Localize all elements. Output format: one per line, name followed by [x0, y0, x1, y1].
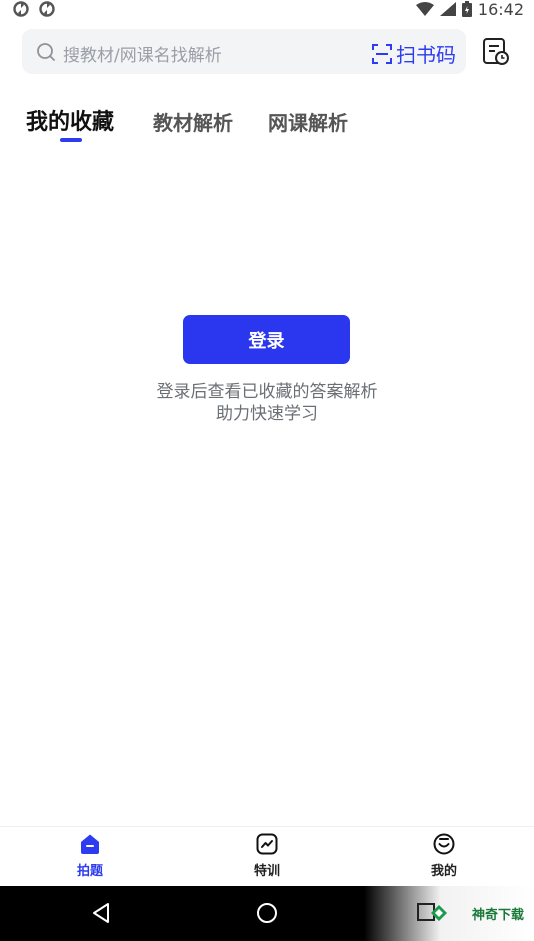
login-hint-line2: 助力快速学习 — [216, 404, 318, 424]
tab-my-favorites[interactable]: 我的收藏 — [26, 104, 114, 136]
search-placeholder: 搜教材/网课名找解析 — [63, 46, 222, 66]
status-bar: 16:42 — [0, 0, 534, 20]
scan-book-code-button[interactable]: 扫书码 — [372, 39, 456, 68]
watermark-text: 神奇下载 — [471, 908, 524, 923]
watermark: 神奇下载 — [364, 886, 534, 941]
training-icon — [256, 833, 278, 855]
status-system-icons: 16:42 — [415, 0, 524, 19]
category-tabs: 我的收藏 教材解析 网课解析 — [26, 104, 506, 148]
bottom-tab-me[interactable]: 我的 — [404, 833, 484, 879]
scan-icon — [372, 43, 392, 64]
status-time: 16:42 — [477, 0, 524, 19]
tab-indicator — [60, 138, 82, 142]
sync-icon — [39, 1, 55, 17]
home-icon — [81, 834, 99, 854]
profile-icon — [433, 833, 455, 855]
bottom-tab-training[interactable]: 特训 — [227, 833, 307, 879]
system-navigation-bar: 神奇下载 — [0, 886, 534, 941]
bottom-tab-bar: 拍题 特训 我的 — [0, 826, 534, 886]
login-hint-line1: 登录后查看已收藏的答案解析 — [156, 382, 378, 402]
status-notification-icons — [12, 0, 56, 18]
scan-label: 扫书码 — [396, 43, 456, 67]
search-row: 搜教材/网课名找解析 扫书码 — [22, 29, 518, 74]
bottom-tab-label: 拍题 — [76, 864, 103, 879]
wifi-icon — [415, 2, 434, 16]
watermark-logo-icon — [431, 905, 447, 921]
history-icon[interactable] — [482, 37, 510, 67]
cell-signal-icon — [439, 2, 456, 16]
login-hint: 登录后查看已收藏的答案解析 助力快速学习 — [0, 381, 534, 425]
search-icon — [37, 43, 55, 61]
tab-online-course-solutions[interactable]: 网课解析 — [268, 107, 348, 136]
battery-icon — [461, 1, 472, 17]
search-input[interactable]: 搜教材/网课名找解析 扫书码 — [22, 29, 466, 74]
bottom-tab-label: 我的 — [430, 864, 457, 879]
bottom-tab-label: 特训 — [253, 864, 280, 879]
tab-textbook-solutions[interactable]: 教材解析 — [153, 107, 233, 136]
sync-icon — [13, 1, 29, 17]
home-button-icon[interactable] — [256, 902, 278, 924]
bottom-tab-photo-search[interactable]: 拍题 — [50, 833, 130, 879]
back-icon[interactable] — [90, 902, 112, 924]
login-button[interactable]: 登录 — [183, 315, 350, 364]
